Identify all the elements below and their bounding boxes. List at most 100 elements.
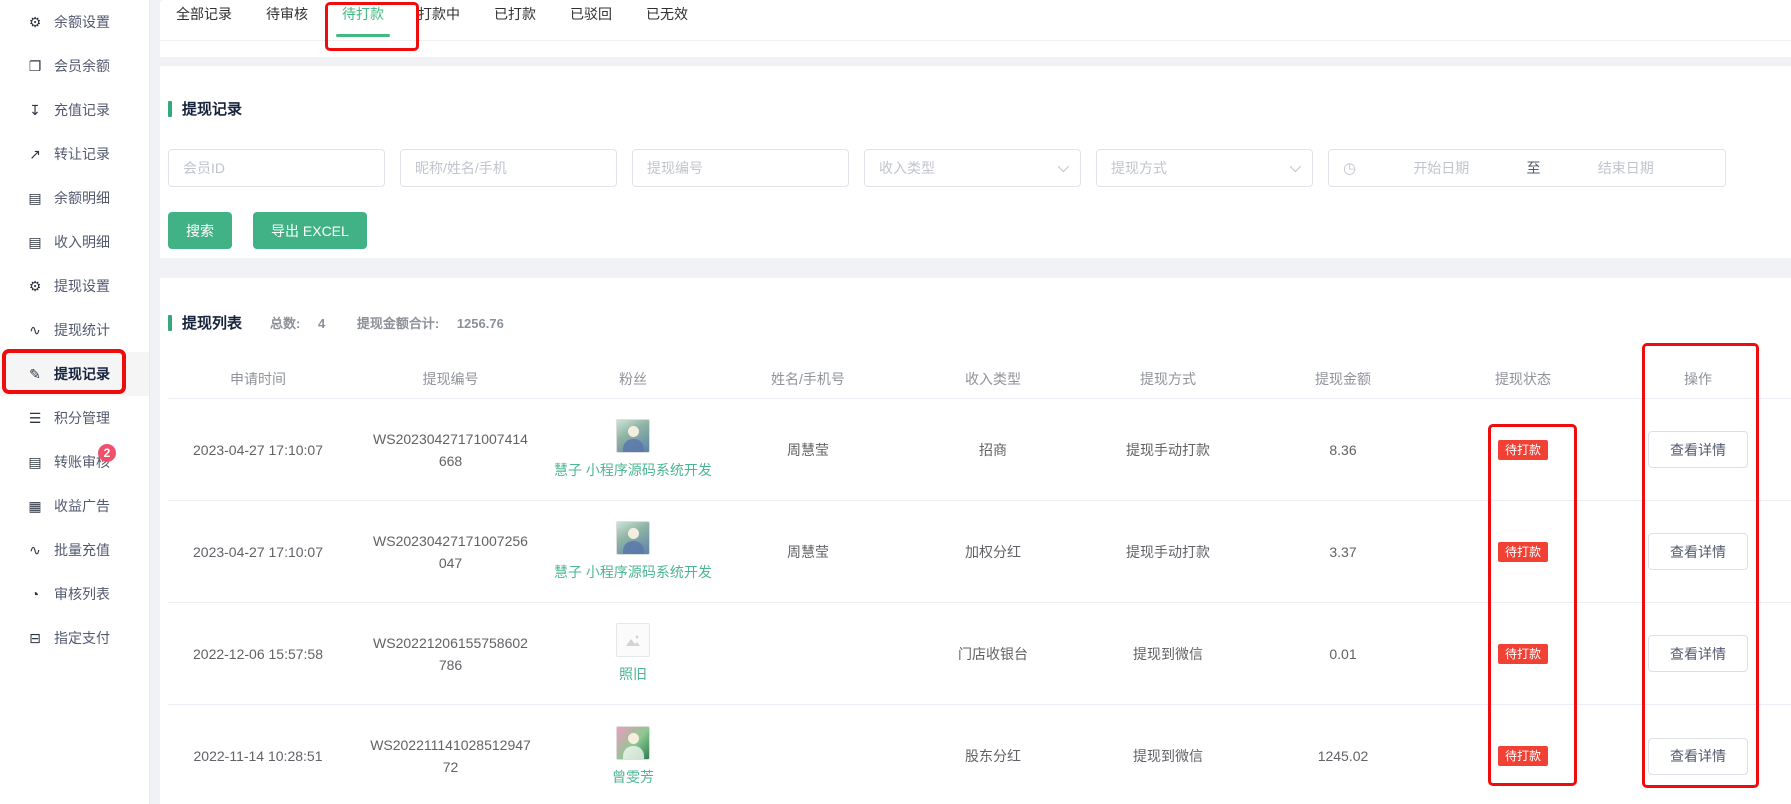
cell-withdraw-status: 待打款 <box>1433 440 1613 460</box>
sidebar-item-label: 余额设置 <box>54 12 110 32</box>
table-stats: 总数: 4 提现金额合计: 1256.76 <box>270 313 532 332</box>
tab-pending-payment[interactable]: 待打款 <box>340 4 386 36</box>
fan-name-link[interactable]: 曾雯芳 <box>612 767 654 787</box>
cell-fan: 照旧 <box>553 623 713 684</box>
col-header-income-type: 收入类型 <box>903 369 1083 389</box>
sidebar-item-withdraw-settings[interactable]: ⚙ 提现设置 <box>0 264 149 308</box>
sidebar-item-income-details[interactable]: ▤ 收入明细 <box>0 220 149 264</box>
amount-sum-value: 1256.76 <box>457 316 504 331</box>
gear-icon: ⚙ <box>27 278 43 295</box>
sidebar-item-revenue-ads[interactable]: ▦ 收益广告 <box>0 484 149 528</box>
table-row: 2022-12-06 15:57:58 WS202212061557586027… <box>168 603 1791 705</box>
document-icon: ▤ <box>27 234 43 251</box>
book-icon: ❐ <box>27 58 43 75</box>
sidebar-item-label: 收益广告 <box>54 496 110 516</box>
tab-paid[interactable]: 已打款 <box>492 4 538 36</box>
cell-withdraw-amount: 3.37 <box>1253 544 1433 560</box>
col-header-withdraw-number: 提现编号 <box>348 369 553 389</box>
cell-withdraw-number: WS20230427171007414668 <box>348 428 553 472</box>
cell-apply-time: 2022-12-06 15:57:58 <box>168 646 348 662</box>
search-button[interactable]: 搜索 <box>168 212 232 249</box>
sidebar-item-label: 充值记录 <box>54 100 110 120</box>
image-icon: ▦ <box>27 498 43 515</box>
sidebar-item-batch-recharge[interactable]: ∿ 批量充值 <box>0 528 149 572</box>
notification-badge: 2 <box>98 444 116 462</box>
download-icon: ↧ <box>27 102 43 119</box>
cell-withdraw-amount: 8.36 <box>1253 442 1433 458</box>
sidebar-item-balance-settings[interactable]: ⚙ 余额设置 <box>0 0 149 44</box>
sidebar-item-designated-payment[interactable]: ⊟ 指定支付 <box>0 616 149 660</box>
database-icon: ☰ <box>27 410 43 427</box>
title-accent-bar <box>168 315 172 331</box>
fan-name-link[interactable]: 慧子 小程序源码系统开发 <box>554 460 712 480</box>
search-panel-title-text: 提现记录 <box>182 98 242 119</box>
external-link-icon: ↗ <box>27 146 43 163</box>
withdraw-list-title-text: 提现列表 <box>182 312 242 333</box>
cell-withdraw-status: 待打款 <box>1433 542 1613 562</box>
col-header-name-phone: 姓名/手机号 <box>713 369 903 389</box>
export-excel-button[interactable]: 导出 EXCEL <box>253 212 367 249</box>
fan-name-link[interactable]: 照旧 <box>619 664 647 684</box>
withdraw-method-select[interactable]: 提现方式 <box>1096 149 1313 187</box>
cell-withdraw-number: WS20221206155758602786 <box>348 632 553 676</box>
title-accent-bar <box>168 101 172 117</box>
total-value: 4 <box>318 316 325 331</box>
sidebar-item-label: 提现记录 <box>54 364 110 384</box>
nickname-name-phone-input[interactable] <box>400 149 617 187</box>
sidebar-item-label: 收入明细 <box>54 232 110 252</box>
fan-name-link[interactable]: 慧子 小程序源码系统开发 <box>554 562 712 582</box>
search-buttons-row: 搜索 导出 EXCEL <box>168 212 1791 249</box>
view-details-button[interactable]: 查看详情 <box>1648 635 1748 672</box>
minus-square-icon: ⊟ <box>27 630 43 647</box>
sidebar-item-transfer-review[interactable]: ▤ 转账审核 2 <box>0 440 149 484</box>
tab-all-records[interactable]: 全部记录 <box>174 4 234 36</box>
cell-actions: 查看详情 <box>1613 533 1783 570</box>
date-range-picker[interactable]: ◷ 开始日期 至 结束日期 <box>1328 149 1726 187</box>
sidebar-item-balance-details[interactable]: ▤ 余额明细 <box>0 176 149 220</box>
cell-income-type: 门店收银台 <box>903 644 1083 664</box>
sidebar-item-transfer-records[interactable]: ↗ 转让记录 <box>0 132 149 176</box>
cell-fan: 曾雯芳 <box>553 726 713 787</box>
tab-paying[interactable]: 打款中 <box>416 4 462 36</box>
search-panel-title: 提现记录 <box>168 98 1791 119</box>
sidebar-item-review-list[interactable]: ◔ 审核列表 <box>0 572 149 616</box>
member-id-input[interactable] <box>168 149 385 187</box>
cell-actions: 查看详情 <box>1613 431 1783 468</box>
withdraw-list-title: 提现列表 总数: 4 提现金额合计: 1256.76 <box>168 312 1791 333</box>
cell-withdraw-amount: 1245.02 <box>1253 748 1433 764</box>
sidebar-item-recharge-records[interactable]: ↧ 充值记录 <box>0 88 149 132</box>
sidebar-item-label: 余额明细 <box>54 188 110 208</box>
view-details-button[interactable]: 查看详情 <box>1648 431 1748 468</box>
col-header-actions: 操作 <box>1613 369 1783 389</box>
sidebar-item-withdraw-stats[interactable]: ∿ 提现统计 <box>0 308 149 352</box>
tab-rejected[interactable]: 已驳回 <box>568 4 614 36</box>
sidebar-item-withdraw-records[interactable]: ✎ 提现记录 <box>0 352 149 396</box>
col-header-withdraw-amount: 提现金额 <box>1253 369 1433 389</box>
view-details-button[interactable]: 查看详情 <box>1648 533 1748 570</box>
col-header-apply-time: 申请时间 <box>168 369 348 389</box>
view-details-button[interactable]: 查看详情 <box>1648 738 1748 775</box>
fan-avatar <box>616 419 650 453</box>
tab-pending-review[interactable]: 待审核 <box>264 4 310 36</box>
sidebar-item-points-management[interactable]: ☰ 积分管理 <box>0 396 149 440</box>
sidebar-item-member-balance[interactable]: ❐ 会员余额 <box>0 44 149 88</box>
start-date-placeholder: 开始日期 <box>1356 158 1526 178</box>
sidebar-item-label: 批量充值 <box>54 540 110 560</box>
document-icon: ▤ <box>27 190 43 207</box>
line-chart-icon: ∿ <box>27 322 43 339</box>
withdraw-list-panel: 提现列表 总数: 4 提现金额合计: 1256.76 申请时间 提现编号 粉丝 … <box>160 278 1791 804</box>
cell-income-type: 股东分红 <box>903 746 1083 766</box>
cell-apply-time: 2023-04-27 17:10:07 <box>168 544 348 560</box>
sidebar-item-label: 会员余额 <box>54 56 110 76</box>
cell-apply-time: 2023-04-27 17:10:07 <box>168 442 348 458</box>
income-type-select[interactable]: 收入类型 <box>864 149 1081 187</box>
withdraw-number-input[interactable] <box>632 149 849 187</box>
fan-avatar <box>616 726 650 760</box>
cell-withdraw-method: 提现到微信 <box>1083 644 1253 664</box>
search-fields-row: 收入类型 提现方式 ◷ 开始日期 至 结束日期 <box>168 149 1791 187</box>
table-row: 2023-04-27 17:10:07 WS202304271710074146… <box>168 399 1791 501</box>
table-header-row: 申请时间 提现编号 粉丝 姓名/手机号 收入类型 提现方式 提现金额 提现状态 … <box>168 359 1791 399</box>
cell-fan: 慧子 小程序源码系统开发 <box>553 521 713 582</box>
tab-invalid[interactable]: 已无效 <box>644 4 690 36</box>
cell-income-type: 加权分红 <box>903 542 1083 562</box>
